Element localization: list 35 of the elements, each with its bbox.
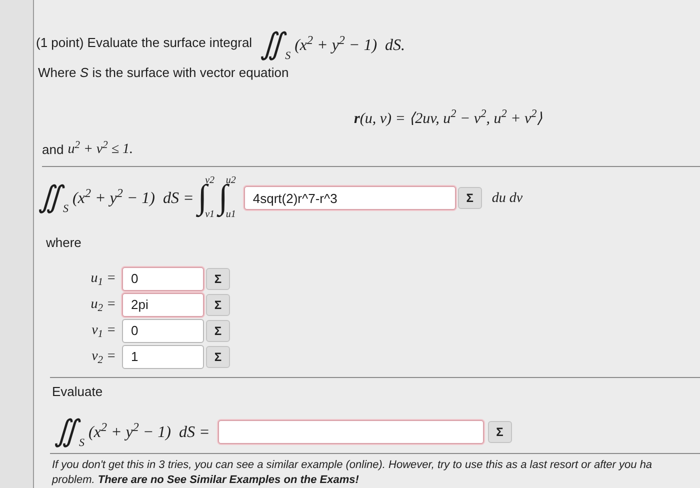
equation-editor-button[interactable]: Σ: [206, 346, 230, 368]
answer-field[interactable]: 4sqrt(2)r^7-r^3: [244, 186, 456, 210]
integrand: (x$^{2}$ + y$^{2}$ − 1) dS.: [294, 34, 406, 56]
integral-sign: ∫: [218, 181, 228, 216]
equation-editor-button[interactable]: Σ: [206, 320, 230, 342]
hint-text: If you don't get this in 3 tries, you can see a similar example (online). However, try to use this as a last resort or after you ha: [52, 458, 654, 473]
vector-equation: r(u, v) = ⟨2uv, u$^{2}$ − v$^{2}$, u$^{2}$ + v$^{2}$⟩: [354, 108, 543, 129]
surface-description: Where S is the surface with vector equation: [37, 64, 290, 82]
constraint: u$^{2}$ + v$^{2}$ ≤ 1.: [68, 139, 134, 160]
integrand: (x$^{2}$ + y$^{2}$ − 1) dS =: [72, 187, 194, 210]
equation-editor-button[interactable]: Σ: [206, 294, 230, 316]
integral-domain: S: [285, 50, 291, 64]
answer-field[interactable]: 0: [122, 266, 204, 290]
constraint-lead: and: [42, 140, 64, 159]
limit-variable: u$_{2}$ =: [90, 296, 116, 315]
answer-field[interactable]: 1: [122, 344, 204, 368]
answer-field[interactable]: 0: [122, 318, 204, 342]
limit-variable: v$_{2}$ =: [90, 348, 116, 367]
answer-field[interactable]: [218, 420, 484, 444]
integral-sign: ∫: [198, 181, 208, 216]
answer-field[interactable]: 2pi: [122, 292, 204, 316]
equation-editor-button[interactable]: Σ: [206, 268, 230, 290]
differentials: du dv: [492, 190, 523, 208]
where-label: where: [45, 234, 82, 252]
integral-domain: S: [79, 436, 84, 450]
limit-variable: v$_{1}$ =: [90, 322, 116, 341]
integrand: (x$^{2}$ + y$^{2}$ − 1) dS =: [88, 421, 210, 443]
hint-text: problem. There are no See Similar Examples on the Exams!: [52, 473, 360, 488]
limit-variable: u$_{1}$ =: [90, 270, 116, 289]
integral-domain: S: [63, 202, 68, 217]
double-integral-sign: ∬: [260, 30, 284, 60]
evaluate-label: Evaluate: [51, 382, 104, 400]
equation-editor-button[interactable]: Σ: [488, 421, 512, 443]
equation-editor-button[interactable]: Σ: [458, 187, 482, 210]
question-text: (1 point) Evaluate the surface integral: [36, 34, 252, 52]
